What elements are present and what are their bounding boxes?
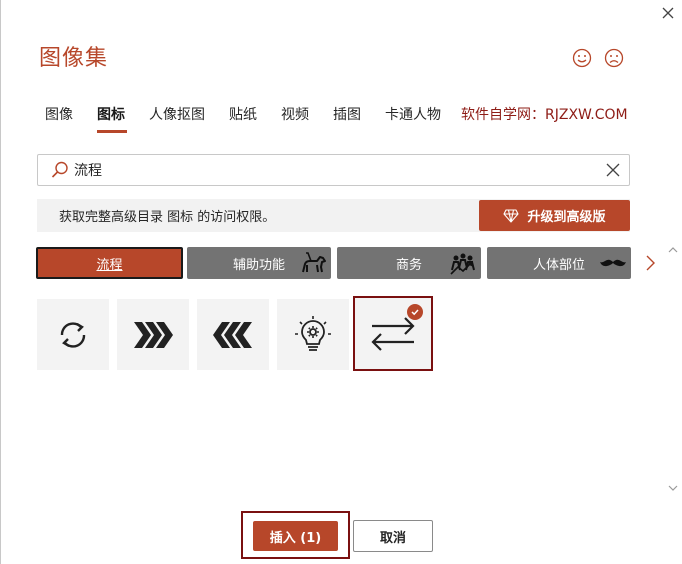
tab-cartoon-people[interactable]: 卡通人物 [385, 104, 441, 124]
tab-portrait-cutout[interactable]: 人像抠图 [149, 104, 205, 124]
icon-tile[interactable] [277, 299, 349, 370]
active-tab-indicator [97, 130, 127, 133]
cancel-button[interactable]: 取消 [353, 520, 433, 552]
smile-feedback-icon[interactable] [572, 48, 592, 68]
diamond-icon [503, 208, 520, 223]
tab-videos[interactable]: 视频 [281, 104, 309, 124]
category-label: 商务 [395, 257, 422, 273]
mustache-icon [600, 259, 626, 267]
search-input[interactable] [74, 162, 594, 178]
tab-illustrations[interactable]: 插图 [333, 104, 361, 124]
category-label: 人体部位 [532, 257, 585, 273]
insert-button-focus-ring: 插入 (1) [241, 511, 350, 559]
close-button[interactable] [653, 0, 682, 26]
category-label: 流程 [96, 257, 123, 273]
business-team-icon [450, 253, 475, 275]
chevrons-left-icon [213, 321, 252, 348]
icon-tile-selected[interactable] [353, 296, 433, 371]
lightbulb-gear-icon [295, 315, 331, 351]
tab-icons[interactable]: 图标 [97, 104, 125, 124]
chevron-right-icon[interactable] [641, 254, 659, 272]
guide-dog-icon [302, 252, 326, 273]
upgrade-label: 升级到高级版 [527, 210, 606, 225]
dialog-title: 图像集 [39, 46, 109, 71]
search-icon [51, 161, 68, 178]
tab-stickers[interactable]: 贴纸 [229, 104, 257, 124]
cycle-arrows-icon [60, 321, 86, 348]
clear-search-icon[interactable] [605, 162, 621, 178]
category-body-parts[interactable]: 人体部位 [487, 247, 631, 279]
image-collection-dialog: 图像集 图像 图标 人像抠图 贴纸 视频 插图 卡通人物 软件自学网：RJZXW… [0, 0, 682, 564]
upgrade-button[interactable]: 升级到高级版 [479, 200, 630, 231]
icon-tile[interactable] [197, 299, 269, 370]
icon-tile[interactable] [37, 299, 109, 370]
premium-message: 获取完整高级目录 图标 的访问权限。 [59, 210, 276, 225]
close-icon [662, 7, 674, 19]
insert-button[interactable]: 插入 (1) [253, 521, 338, 551]
category-label: 辅助功能 [232, 257, 285, 273]
category-accessibility[interactable]: 辅助功能 [187, 247, 331, 279]
category-business[interactable]: 商务 [337, 247, 481, 279]
tab-images[interactable]: 图像 [45, 104, 73, 124]
swap-arrows-icon [371, 316, 415, 351]
watermark-text: 软件自学网：RJZXW.COM [461, 107, 628, 123]
icon-tile[interactable] [117, 299, 189, 370]
frown-feedback-icon[interactable] [604, 48, 624, 68]
results-scrollbar[interactable] [665, 244, 681, 498]
chevrons-right-icon [134, 321, 173, 348]
premium-banner: 获取完整高级目录 图标 的访问权限。 升级到高级版 [37, 199, 630, 232]
category-process[interactable]: 流程 [36, 247, 183, 279]
search-box [37, 154, 630, 186]
selected-check-icon [407, 304, 423, 320]
